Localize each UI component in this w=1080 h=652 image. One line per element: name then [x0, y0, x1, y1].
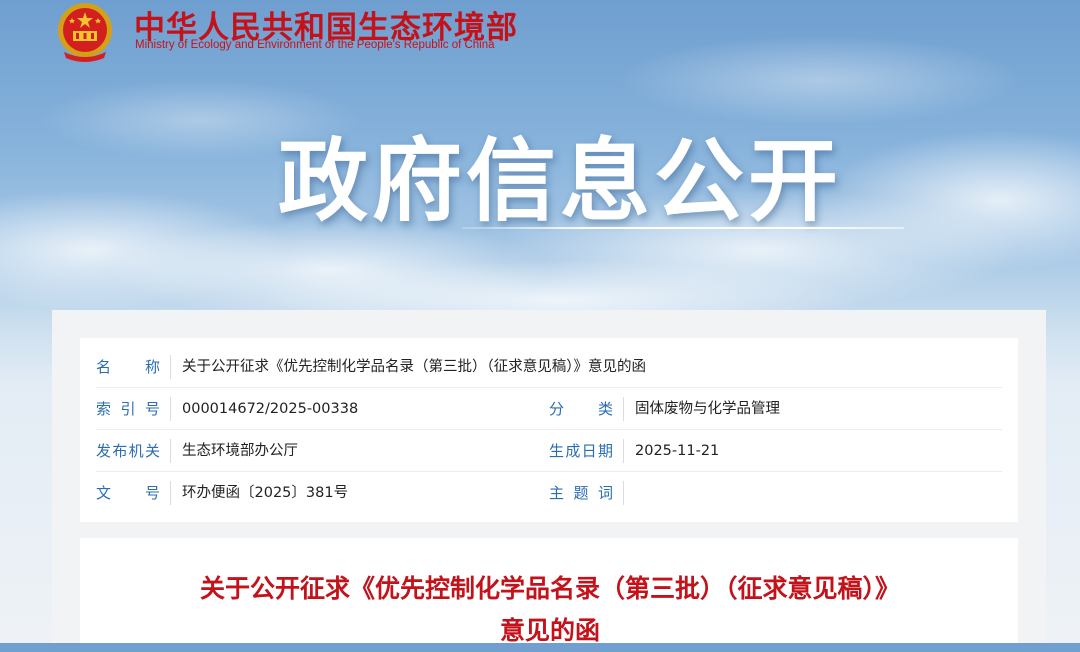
info-row-doc-number: 文号 环办便函〔2025〕381号 主题词 — [96, 472, 1002, 514]
index-value: 000014672/2025-00338 — [182, 401, 359, 417]
divider — [170, 397, 171, 421]
divider — [170, 439, 171, 463]
banner-underline — [462, 227, 904, 229]
doc-number-label: 文号 — [96, 484, 160, 502]
banner-title: 政府信息公开 — [278, 129, 842, 234]
national-emblem-icon[interactable] — [52, 0, 118, 62]
site-header: 中华人民共和国生态环境部 Ministry of Ecology and Env… — [52, 0, 532, 62]
info-row-issuer: 发布机关 生态环境部办公厅 生成日期 2025-11-21 — [96, 430, 1002, 472]
divider — [623, 481, 624, 505]
doc-number-value: 环办便函〔2025〕381号 — [182, 485, 349, 501]
category-value: 固体废物与化学品管理 — [635, 401, 780, 417]
document-title: 关于公开征求《优先控制化学品名录（第三批）（征求意见稿）》意见的函 — [200, 574, 901, 645]
name-label: 名称 — [96, 358, 160, 376]
date-value: 2025-11-21 — [635, 443, 720, 459]
divider — [623, 397, 624, 421]
info-row-index: 索引号 000014672/2025-00338 分类 固体废物与化学品管理 — [96, 388, 1002, 430]
info-row-name: 名称 关于公开征求《优先控制化学品名录（第三批）（征求意见稿）》意见的函 — [96, 346, 1002, 388]
divider — [170, 355, 171, 379]
name-value: 关于公开征求《优先控制化学品名录（第三批）（征求意见稿）》意见的函 — [182, 359, 646, 375]
issuer-value: 生态环境部办公厅 — [182, 443, 298, 459]
divider — [623, 439, 624, 463]
date-label: 生成日期 — [549, 442, 613, 460]
site-name-en[interactable]: Ministry of Ecology and Environment of t… — [135, 39, 495, 51]
document-body: 关于公开征求《优先控制化学品名录（第三批）（征求意见稿）》意见的函 — [80, 538, 1018, 645]
divider — [170, 481, 171, 505]
index-label: 索引号 — [96, 400, 160, 418]
issuer-label: 发布机关 — [96, 442, 160, 460]
category-label: 分类 — [549, 400, 613, 418]
document-info-table: 名称 关于公开征求《优先控制化学品名录（第三批）（征求意见稿）》意见的函 索引号… — [80, 338, 1018, 522]
subject-label: 主题词 — [549, 484, 613, 502]
